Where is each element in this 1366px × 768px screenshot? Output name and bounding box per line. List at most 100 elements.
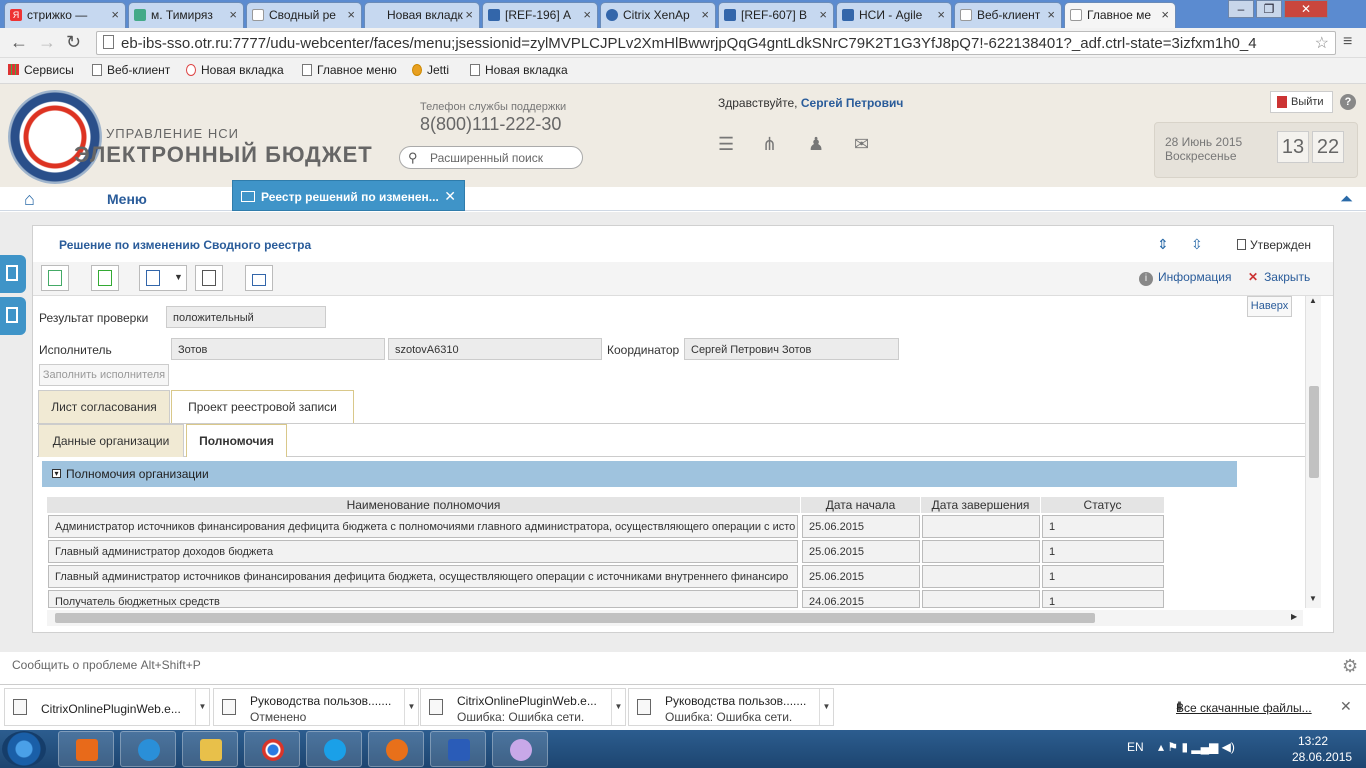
browser-tab[interactable]: Citrix XenAp × (600, 2, 716, 28)
tab-registry-draft[interactable]: Проект реестровой записи (171, 390, 354, 423)
advanced-search-input[interactable]: ⚲ Расширенный поиск (399, 146, 583, 169)
column-header[interactable]: Дата завершения (921, 497, 1041, 513)
list-icon[interactable]: ☰ (718, 134, 734, 155)
user-name[interactable]: Сергей Петрович (801, 96, 903, 110)
table-cell-status[interactable]: 1 (1042, 540, 1164, 563)
table-cell-name[interactable]: Главный администратор доходов бюджета (48, 540, 798, 563)
bookmark-item[interactable]: Главное меню (302, 63, 397, 77)
document-tab[interactable]: Реестр решений по изменен... ✕ (232, 180, 465, 211)
close-icon[interactable]: ✕ (1340, 698, 1352, 715)
create-button[interactable] (41, 265, 69, 291)
logout-button[interactable]: Выйти (1270, 91, 1333, 113)
table-cell-status[interactable]: 1 (1042, 565, 1164, 588)
collapse-all-icon[interactable]: ⇳ (1191, 236, 1203, 253)
close-window-button[interactable]: ✕ (1284, 0, 1328, 18)
users-icon[interactable]: ♟ (808, 134, 824, 155)
close-tab-icon[interactable]: ✕ (444, 188, 456, 205)
reload-icon[interactable]: ↻ (66, 32, 81, 52)
table-cell-name[interactable]: Администратор источников финансирования … (48, 515, 798, 538)
download-item[interactable]: Руководства пользов....... Ошибка: Ошибка… (628, 688, 834, 726)
scroll-thumb[interactable] (55, 613, 1095, 623)
browser-tab[interactable]: Новая вкладк × (364, 2, 480, 28)
table-cell-start[interactable]: 25.06.2015 (802, 515, 920, 538)
taskbar-app[interactable] (182, 731, 238, 767)
assign-dropdown-button[interactable]: ▼ (139, 265, 187, 291)
table-cell-end[interactable] (922, 590, 1040, 608)
table-cell-name[interactable]: Главный администратор источников финанси… (48, 565, 798, 588)
mail-icon[interactable]: ✉ (854, 134, 869, 155)
close-tab-icon[interactable]: × (1161, 7, 1169, 22)
column-header[interactable]: Дата начала (801, 497, 921, 513)
browser-tab[interactable]: Ястрижко — × (4, 2, 126, 28)
language-indicator[interactable]: EN (1127, 740, 1144, 754)
tab-approval-sheet[interactable]: Лист согласования (38, 390, 170, 423)
bookmark-apps[interactable]: Сервисы (8, 63, 74, 77)
tab-authorities[interactable]: Полномочия (186, 424, 287, 457)
print-button[interactable] (245, 265, 273, 291)
chevron-down-icon[interactable]: ▼ (195, 689, 209, 725)
bookmark-item[interactable]: Jetti (412, 63, 449, 77)
column-header[interactable]: Наименование полномочия (47, 497, 801, 513)
horizontal-scrollbar[interactable]: ▶ (47, 610, 1303, 626)
star-icon[interactable]: ☆ (1315, 33, 1329, 53)
close-tab-icon[interactable]: × (347, 7, 355, 22)
browser-tab[interactable]: НСИ - Agile × (836, 2, 952, 28)
hierarchy-icon[interactable]: ⋔ (762, 134, 777, 155)
browser-tab[interactable]: м. Тимиряз × (128, 2, 244, 28)
taskbar-app[interactable] (368, 731, 424, 767)
start-button[interactable] (2, 731, 46, 767)
side-tab-bookmarks[interactable] (0, 255, 26, 293)
table-cell-status[interactable]: 1 (1042, 515, 1164, 538)
table-cell-status[interactable]: 1 (1042, 590, 1164, 608)
taskbar-app[interactable] (120, 731, 176, 767)
chrome-menu-icon[interactable]: ≡ (1343, 32, 1352, 52)
collapse-header-icon[interactable]: ⏶ (1340, 191, 1353, 209)
close-link[interactable]: ✕ Закрыть (1248, 270, 1310, 284)
minimize-button[interactable]: – (1228, 0, 1254, 18)
chevron-down-icon[interactable]: ▼ (404, 689, 418, 725)
tab-org-data[interactable]: Данные организации (38, 424, 184, 457)
scroll-up-icon[interactable]: ▲ (1309, 296, 1317, 305)
fill-executor-button[interactable]: Заполнить исполнителя (39, 364, 169, 386)
table-cell-start[interactable]: 25.06.2015 (802, 565, 920, 588)
bookmark-item[interactable]: Новая вкладка (186, 63, 284, 77)
close-tab-icon[interactable]: × (937, 7, 945, 22)
menu-button[interactable]: Меню (107, 191, 147, 207)
bookmark-item[interactable]: Новая вкладка (470, 63, 568, 77)
approve-button[interactable] (91, 265, 119, 291)
section-header[interactable]: ▾ Полномочия организации (42, 461, 1237, 487)
scroll-down-icon[interactable]: ▼ (1309, 594, 1317, 603)
close-tab-icon[interactable]: × (819, 7, 827, 22)
taskbar-app[interactable] (492, 731, 548, 767)
table-cell-name[interactable]: Получатель бюджетных средств (48, 590, 798, 608)
taskbar-app[interactable] (58, 731, 114, 767)
taskbar-app[interactable] (306, 731, 362, 767)
forward-icon[interactable]: → (38, 32, 56, 52)
scroll-thumb[interactable] (1309, 386, 1319, 478)
collapse-icon[interactable]: ▾ (52, 469, 61, 478)
taskbar-date[interactable]: 28.06.2015 (1292, 750, 1352, 764)
restore-button[interactable]: ❐ (1256, 0, 1282, 18)
table-cell-start[interactable]: 24.06.2015 (802, 590, 920, 608)
bookmark-item[interactable]: Веб-клиент (92, 63, 170, 77)
info-link[interactable]: i Информация (1139, 270, 1231, 286)
close-tab-icon[interactable]: × (583, 7, 591, 22)
scroll-top-button[interactable]: Наверх (1247, 296, 1292, 317)
gear-icon[interactable]: ⚙ (1342, 656, 1358, 677)
browser-tab[interactable]: Сводный ре × (246, 2, 362, 28)
browser-tab[interactable]: [REF-196] А × (482, 2, 598, 28)
browser-tab[interactable]: Веб-клиент × (954, 2, 1062, 28)
download-item[interactable]: CitrixOnlinePluginWeb.e... Ошибка: Ошибка… (420, 688, 626, 726)
close-tab-icon[interactable]: × (701, 7, 709, 22)
expand-all-icon[interactable]: ⇕ (1157, 236, 1169, 253)
browser-tab-active[interactable]: Главное ме × (1064, 2, 1176, 28)
help-icon[interactable]: ? (1340, 94, 1356, 110)
table-cell-start[interactable]: 25.06.2015 (802, 540, 920, 563)
all-downloads-link[interactable]: Все скачанные файлы... (1176, 701, 1312, 715)
close-tab-icon[interactable]: × (465, 7, 473, 22)
export-button[interactable] (195, 265, 223, 291)
system-tray[interactable]: ▴ ⚑ ▮ ▂▄▆ ◀) (1158, 740, 1235, 754)
scroll-right-icon[interactable]: ▶ (1291, 612, 1297, 621)
table-cell-end[interactable] (922, 515, 1040, 538)
table-cell-end[interactable] (922, 540, 1040, 563)
